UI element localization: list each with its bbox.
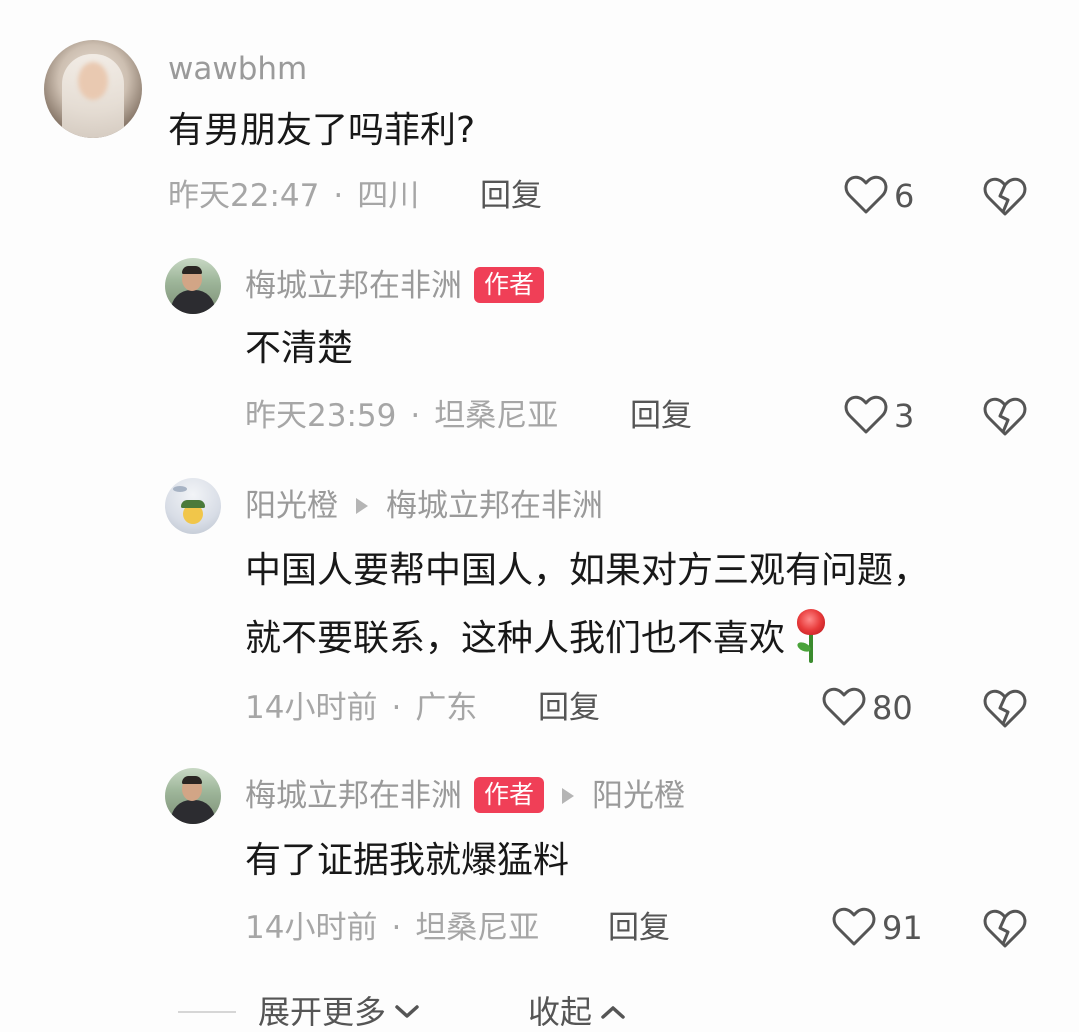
author-badge: 作者: [474, 776, 545, 813]
reply-location: 坦桑尼亚: [434, 398, 559, 434]
like-button[interactable]: 91: [832, 904, 923, 952]
footer-divider: [178, 1011, 236, 1013]
reply-text: 有了证据我就爆猛料: [245, 840, 570, 881]
reply-time: 14小时前: [245, 690, 378, 726]
broken-heart-icon: [983, 397, 1027, 436]
reply-arrow-icon: [356, 497, 368, 514]
reply-username[interactable]: 梅城立邦在非洲 作者 阳光橙: [245, 776, 685, 816]
reply-time: 昨天23:59: [245, 398, 397, 434]
meta-dot: ·: [391, 910, 402, 946]
username-text: 梅城立邦在非洲: [245, 268, 462, 304]
avatar[interactable]: [165, 478, 221, 534]
expand-more-button[interactable]: 展开更多: [258, 992, 420, 1032]
like-count: 80: [872, 689, 913, 727]
author-badge: 作者: [474, 266, 545, 303]
dislike-button[interactable]: [982, 174, 1028, 220]
broken-heart-icon: [983, 177, 1027, 216]
avatar[interactable]: [165, 768, 221, 824]
dislike-button[interactable]: [982, 686, 1028, 732]
reply-meta: 14小时前 · 坦桑尼亚: [245, 908, 539, 948]
reply-username[interactable]: 梅城立邦在非洲 作者: [245, 266, 545, 306]
reply-button[interactable]: 回复: [608, 908, 670, 948]
reply-text-content: 就不要联系，这种人我们也不喜欢: [245, 618, 786, 659]
reply-text: 不清楚: [245, 328, 354, 369]
heart-outline-icon: [844, 175, 888, 214]
reply-text-line: 就不要联系，这种人我们也不喜欢: [245, 608, 831, 670]
rose-emoji-icon: [791, 607, 831, 665]
expand-more-label: 展开更多: [258, 993, 387, 1031]
collapse-label: 收起: [528, 993, 593, 1031]
broken-heart-icon: [983, 689, 1027, 728]
comment-text: 有男朋友了吗菲利?: [168, 110, 476, 151]
like-count: 6: [894, 177, 915, 215]
reply-meta: 昨天23:59 · 坦桑尼亚: [245, 396, 558, 436]
reply-meta: 14小时前 · 广东: [245, 688, 477, 728]
like-count: 3: [894, 397, 915, 435]
reply-button[interactable]: 回复: [538, 688, 600, 728]
dislike-button[interactable]: [982, 906, 1028, 952]
meta-dot: ·: [410, 398, 421, 434]
comment-location: 四川: [357, 178, 420, 214]
collapse-button[interactable]: 收起: [528, 992, 626, 1032]
like-button[interactable]: 3: [844, 392, 914, 440]
reply-location: 广东: [415, 690, 478, 726]
broken-heart-icon: [983, 909, 1027, 948]
like-button[interactable]: 80: [822, 684, 913, 732]
avatar[interactable]: [165, 258, 221, 314]
heart-outline-icon: [844, 395, 888, 434]
reply-time: 14小时前: [245, 910, 378, 946]
chevron-up-icon: [601, 1006, 625, 1019]
comment-meta: 昨天22:47 · 四川: [168, 176, 419, 216]
reply-location: 坦桑尼亚: [415, 910, 540, 946]
meta-dot: ·: [391, 690, 402, 726]
like-count: 91: [882, 909, 923, 947]
username-text: 梅城立邦在非洲: [245, 778, 462, 814]
heart-outline-icon: [832, 907, 876, 946]
like-button[interactable]: 6: [844, 172, 914, 220]
comment-time: 昨天22:47: [168, 178, 320, 214]
comment-username[interactable]: wawbhm: [168, 49, 307, 89]
reply-username[interactable]: 阳光橙 梅城立邦在非洲: [245, 486, 603, 526]
reply-arrow-icon: [562, 787, 575, 804]
heart-outline-icon: [822, 687, 866, 726]
dislike-button[interactable]: [982, 394, 1028, 440]
reply-text-line: 中国人要帮中国人，如果对方三观有问题，: [245, 550, 930, 591]
reply-to-username[interactable]: 梅城立邦在非洲: [386, 488, 603, 524]
avatar[interactable]: [44, 40, 142, 138]
reply-button[interactable]: 回复: [480, 176, 542, 216]
username-text: 阳光橙: [245, 488, 338, 524]
meta-dot: ·: [333, 178, 344, 214]
reply-to-username[interactable]: 阳光橙: [592, 778, 685, 814]
chevron-down-icon: [395, 1005, 419, 1018]
reply-button[interactable]: 回复: [630, 396, 692, 436]
